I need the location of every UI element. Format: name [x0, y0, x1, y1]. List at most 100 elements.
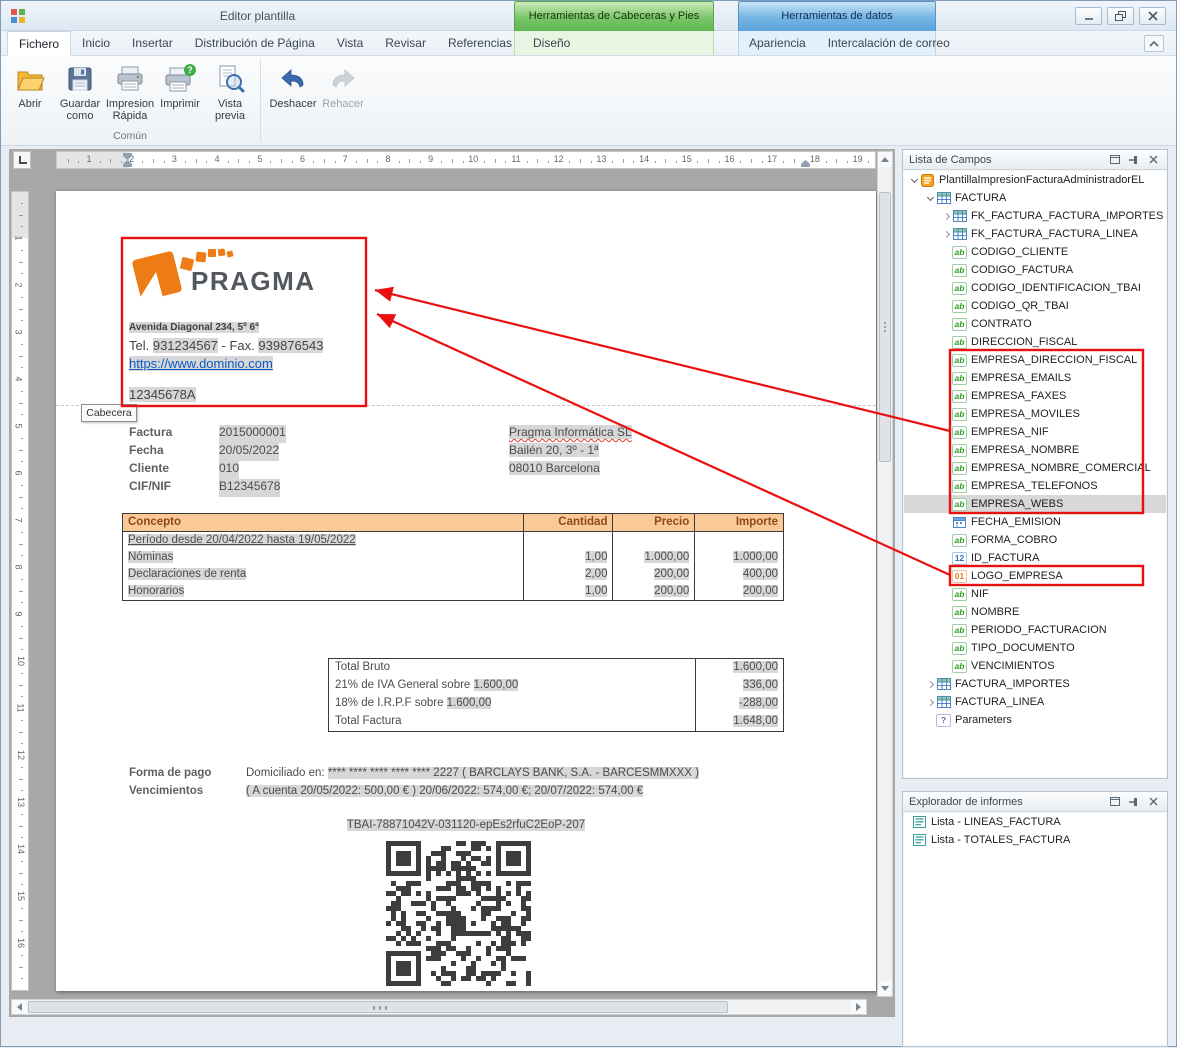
field-list-item-empresa-faxes[interactable]: abEMPRESA_FAXES	[904, 387, 1166, 405]
totals-value[interactable]: 336,00	[695, 677, 783, 695]
invoice-line-value[interactable]: 1.000,00	[613, 549, 695, 566]
restore-button[interactable]	[1107, 7, 1134, 25]
invoice-lines-table[interactable]: ConceptoCantidadPrecioImportePeríodo des…	[122, 513, 784, 601]
tab-vista[interactable]: Vista	[326, 31, 374, 56]
report-explorer-item-lista-lineas-factura[interactable]: Lista - LINEAS_FACTURA	[904, 813, 1166, 831]
company-nif-field[interactable]: 12345678A	[129, 387, 196, 402]
company-address-field[interactable]: Avenida Diagonal 234, 5º 6ª	[129, 322, 259, 333]
panel-restore-button[interactable]	[1107, 153, 1123, 167]
invoice-line-value[interactable]: 1.000,00	[695, 549, 783, 566]
field-list-item-fecha-emision[interactable]: FECHA_EMISION	[904, 513, 1166, 531]
text-segment[interactable]: 1.600,00	[447, 697, 492, 709]
field-list-item-direccion-fiscal[interactable]: abDIRECCION_FISCAL	[904, 333, 1166, 351]
field-list-item-factura-linea[interactable]: FACTURA_LINEA	[904, 693, 1166, 711]
scroll-left-button[interactable]	[12, 1000, 27, 1014]
vertical-scrollbar[interactable]	[877, 151, 893, 997]
totals-value[interactable]: 1.600,00	[695, 659, 783, 677]
scroll-down-button[interactable]	[878, 981, 892, 996]
field-list-item-logo-empresa[interactable]: 01LOGO_EMPRESA	[904, 567, 1166, 585]
band-label-cabecera[interactable]: Cabecera	[81, 404, 137, 422]
field-list-item-empresa-nif[interactable]: abEMPRESA_NIF	[904, 423, 1166, 441]
collapse-ribbon-button[interactable]	[1144, 35, 1164, 52]
tab-insertar[interactable]: Insertar	[121, 31, 184, 56]
invoice-line-value[interactable]: 1,00	[524, 583, 614, 600]
totals-value[interactable]: -288,00	[695, 695, 783, 713]
tbai-code-line[interactable]: TBAI-78871042V-031120-epEs2rfuC2EoP-207	[56, 819, 876, 831]
close-button[interactable]	[1139, 7, 1166, 25]
field-list-item-fk-factura-factura-linea[interactable]: FK_FACTURA_FACTURA_LINEA	[904, 225, 1166, 243]
text-segment[interactable]: 939876543	[258, 338, 323, 353]
text-segment[interactable]: ( A cuenta 20/05/2022: 500,00 € ) 20/06/…	[246, 785, 643, 797]
imprimir-button[interactable]: ?Imprimir	[155, 59, 205, 129]
invoice-meta-value[interactable]: 2015000001	[219, 425, 286, 443]
company-telfax-line[interactable]: Tel. 931234567 - Fax. 939876543	[129, 338, 323, 353]
invoice-line-row[interactable]: Honorarios1,00200,00200,00	[123, 583, 783, 600]
vertical-ruler[interactable]: 12345678910111213141516	[11, 191, 29, 991]
minimize-button[interactable]	[1075, 7, 1102, 25]
tab-fichero[interactable]: Fichero	[7, 31, 71, 56]
invoice-line-value[interactable]: 400,00	[695, 566, 783, 583]
field-list-item-parameters[interactable]: ?Parameters	[904, 711, 1166, 729]
client-address-field[interactable]: 08010 Barcelona	[509, 461, 600, 475]
panel-pin-button[interactable]	[1126, 153, 1142, 167]
field-list-item-codigo-identificacion-tbai[interactable]: abCODIGO_IDENTIFICACION_TBAI	[904, 279, 1166, 297]
field-list-item-empresa-direccion-fiscal[interactable]: abEMPRESA_DIRECCION_FISCAL	[904, 351, 1166, 369]
invoice-line-concept[interactable]: Declaraciones de renta	[123, 566, 524, 583]
invoice-totals-table[interactable]: Total Bruto1.600,0021% de IVA General so…	[328, 658, 784, 732]
invoice-line-concept[interactable]: Nóminas	[123, 549, 524, 566]
panel-close-button[interactable]	[1145, 795, 1161, 809]
tab-revisar[interactable]: Revisar	[374, 31, 437, 56]
field-list-item-tipo-documento[interactable]: abTIPO_DOCUMENTO	[904, 639, 1166, 657]
tab-inicio[interactable]: Inicio	[71, 31, 121, 56]
tab-distribuci-n-de-p-gina[interactable]: Distribución de Página	[184, 31, 326, 56]
company-website-field[interactable]: https://www.dominio.com	[129, 356, 273, 371]
expander-icon[interactable]	[940, 232, 952, 237]
invoice-line-value[interactable]: 1,00	[524, 549, 614, 566]
scroll-up-button[interactable]	[878, 152, 892, 167]
vertical-scroll-thumb[interactable]	[879, 192, 891, 462]
field-list-item-periodo-facturacion[interactable]: abPERIODO_FACTURACION	[904, 621, 1166, 639]
text-segment[interactable]: 931234567	[153, 338, 218, 353]
company-header-block[interactable]: PRAGMA Avenida Diagonal 234, 5º 6ª Tel. …	[122, 238, 366, 406]
client-address-field[interactable]: Pragma Informática SL	[509, 425, 632, 439]
field-list-item-empresa-nombre-comercial[interactable]: abEMPRESA_NOMBRE_COMERCIAL	[904, 459, 1166, 477]
field-list-item-empresa-telefonos[interactable]: abEMPRESA_TELEFONOS	[904, 477, 1166, 495]
invoice-meta-value[interactable]: 20/05/2022	[219, 443, 279, 461]
field-list-item-factura[interactable]: FACTURA	[904, 189, 1166, 207]
text-segment[interactable]: 1.600,00	[474, 679, 519, 691]
invoice-line-value[interactable]: 200,00	[613, 566, 695, 583]
invoice-period-cell[interactable]: Período desde 20/04/2022 hasta 19/05/202…	[123, 532, 524, 549]
client-address-field[interactable]: Bailén 20, 3º - 1ª	[509, 443, 599, 457]
field-list-item-empresa-emails[interactable]: abEMPRESA_EMAILS	[904, 369, 1166, 387]
field-list-item-plantillaimpresionfacturaadministradorel[interactable]: PlantillaImpresionFacturaAdministradorEL	[904, 171, 1166, 189]
panel-restore-button[interactable]	[1107, 795, 1123, 809]
field-list-item-nif[interactable]: abNIF	[904, 585, 1166, 603]
invoice-line-row[interactable]: Nóminas1,001.000,001.000,00	[123, 549, 783, 566]
invoice-meta-value[interactable]: B12345678	[219, 479, 280, 497]
totals-value[interactable]: 1.648,00	[695, 713, 783, 731]
field-list-item-contrato[interactable]: abCONTRATO	[904, 315, 1166, 333]
expander-icon[interactable]	[940, 214, 952, 219]
qr-code[interactable]	[386, 841, 531, 986]
tab-stop-selector[interactable]	[13, 151, 31, 169]
abrir-button[interactable]: Abrir	[5, 59, 55, 129]
payment-value[interactable]: ( A cuenta 20/05/2022: 500,00 € ) 20/06/…	[246, 785, 819, 803]
invoice-line-value[interactable]: 200,00	[695, 583, 783, 600]
tab-referencias[interactable]: Referencias	[437, 31, 523, 56]
horizontal-ruler[interactable]: 12345678910111213141516171819	[56, 151, 876, 169]
invoice-line-value[interactable]: 2,00	[524, 566, 614, 583]
expander-icon[interactable]	[908, 179, 920, 182]
field-list-item-empresa-nombre[interactable]: abEMPRESA_NOMBRE	[904, 441, 1166, 459]
guardar-como-button[interactable]: Guardar como	[55, 59, 105, 129]
vista-previa-button[interactable]: Vista previa	[205, 59, 255, 129]
invoice-line-value[interactable]: 200,00	[613, 583, 695, 600]
field-list-item-empresa-moviles[interactable]: abEMPRESA_MOVILES	[904, 405, 1166, 423]
tab-dise-o[interactable]: Diseño	[522, 31, 581, 55]
field-list-item-id-factura[interactable]: 12ID_FACTURA	[904, 549, 1166, 567]
company-logo[interactable]: PRAGMA	[129, 244, 361, 310]
tab-apariencia[interactable]: Apariencia	[738, 31, 817, 55]
impresion-r-pida-button[interactable]: Impresion Rápida	[105, 59, 155, 129]
field-list-item-vencimientos[interactable]: abVENCIMIENTOS	[904, 657, 1166, 675]
invoice-period-field[interactable]: Período desde 20/04/2022 hasta 19/05/202…	[128, 534, 356, 546]
panel-close-button[interactable]	[1145, 153, 1161, 167]
